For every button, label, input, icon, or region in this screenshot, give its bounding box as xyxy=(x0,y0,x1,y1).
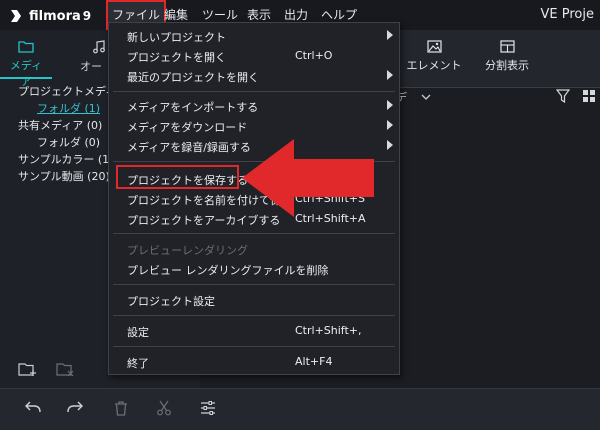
tree-folder-shared[interactable]: フォルダ (0) xyxy=(37,134,100,150)
settings-shortcut: Ctrl+Shift+, xyxy=(295,324,362,337)
timeline-toolbar xyxy=(0,388,600,430)
adjust-icon[interactable] xyxy=(200,400,216,420)
recent-projects-label: 最近のプロジェクトを開く xyxy=(127,71,259,84)
tree-sample-videos[interactable]: サンプル動画 (20) xyxy=(18,168,110,184)
open-project-label: プロジェクトを開く xyxy=(127,51,226,64)
submenu-arrow-icon xyxy=(387,30,393,40)
project-title: VE Proje xyxy=(540,7,594,22)
tab-split-label: 分割表示 xyxy=(485,59,529,72)
split-screen-icon xyxy=(499,40,515,53)
tab-element[interactable]: エレメント xyxy=(394,40,474,73)
download-media-label: メディアをダウンロード xyxy=(127,121,248,134)
submenu-arrow-icon xyxy=(387,140,393,150)
submenu-arrow-icon xyxy=(387,70,393,80)
logo-version: 9 xyxy=(82,9,92,23)
tab-element-label: エレメント xyxy=(406,59,462,72)
tree-shared-media[interactable]: 共有メディア (0) xyxy=(18,117,102,133)
tree-folder-project[interactable]: フォルダ (1) xyxy=(37,100,100,116)
submenu-arrow-icon xyxy=(387,100,393,110)
filter-icon[interactable] xyxy=(555,88,571,107)
open-project-shortcut: Ctrl+O xyxy=(295,49,333,62)
menu-item-recent-projects[interactable]: 最近のプロジェクトを開く xyxy=(109,66,399,86)
tab-audio-label: オー xyxy=(80,60,102,73)
exit-label: 終了 xyxy=(127,357,149,370)
import-media-label: メディアをインポートする xyxy=(127,101,259,114)
scissors-icon[interactable] xyxy=(156,400,172,420)
submenu-arrow-icon xyxy=(387,120,393,130)
menu-separator xyxy=(113,315,395,316)
record-media-label: メディアを録音/録画する xyxy=(127,141,251,154)
delete-render-files-label: プレビュー レンダリングファイルを削除 xyxy=(127,264,329,277)
app-logo: filmora 9 xyxy=(8,6,108,26)
image-icon xyxy=(426,40,442,53)
undo-icon[interactable] xyxy=(24,400,42,420)
red-arrow-icon xyxy=(238,137,376,223)
logo-text: filmora xyxy=(29,8,81,24)
trash-icon[interactable] xyxy=(113,400,129,420)
menu-item-settings[interactable]: 設定 Ctrl+Shift+, xyxy=(109,321,399,341)
menu-item-delete-render-files[interactable]: プレビュー レンダリングファイルを削除 xyxy=(109,259,399,279)
sort-dropdown[interactable]: デ xyxy=(396,89,431,104)
music-note-icon xyxy=(93,40,105,54)
tab-media-underline xyxy=(0,77,52,79)
tree-sample-colors[interactable]: サンプルカラー (15) xyxy=(18,151,120,167)
folder-icon xyxy=(18,41,34,53)
filmora-logo-icon xyxy=(11,10,21,22)
menu-item-open-project[interactable]: プロジェクトを開く Ctrl+O xyxy=(109,46,399,66)
highlight-box xyxy=(116,165,239,189)
menu-separator xyxy=(113,284,395,285)
tab-split-screen[interactable]: 分割表示 xyxy=(470,40,544,73)
tab-audio[interactable]: オー xyxy=(80,40,108,74)
delete-folder-icon[interactable] xyxy=(56,361,76,377)
menu-separator xyxy=(113,91,395,92)
chevron-down-icon xyxy=(421,91,431,104)
settings-label: 設定 xyxy=(127,326,149,339)
menu-item-new-project[interactable]: 新しいプロジェクト xyxy=(109,26,399,46)
menu-item-exit[interactable]: 終了 Alt+F4 xyxy=(109,352,399,372)
menu-separator xyxy=(113,233,395,234)
redo-icon[interactable] xyxy=(66,400,84,420)
grid-view-icon[interactable] xyxy=(582,88,596,107)
tab-media[interactable]: メディア xyxy=(6,40,46,89)
menu-item-project-settings[interactable]: プロジェクト設定 xyxy=(109,290,399,310)
menu-item-preview-render: プレビューレンダリング xyxy=(109,239,399,259)
menu-separator xyxy=(113,346,395,347)
exit-shortcut: Alt+F4 xyxy=(295,355,333,368)
menu-item-import-media[interactable]: メディアをインポートする xyxy=(109,96,399,116)
project-settings-label: プロジェクト設定 xyxy=(127,295,215,308)
preview-render-label: プレビューレンダリング xyxy=(127,244,248,257)
add-folder-icon[interactable] xyxy=(18,361,38,377)
new-project-label: 新しいプロジェクト xyxy=(127,31,226,44)
menu-item-download-media[interactable]: メディアをダウンロード xyxy=(109,116,399,136)
